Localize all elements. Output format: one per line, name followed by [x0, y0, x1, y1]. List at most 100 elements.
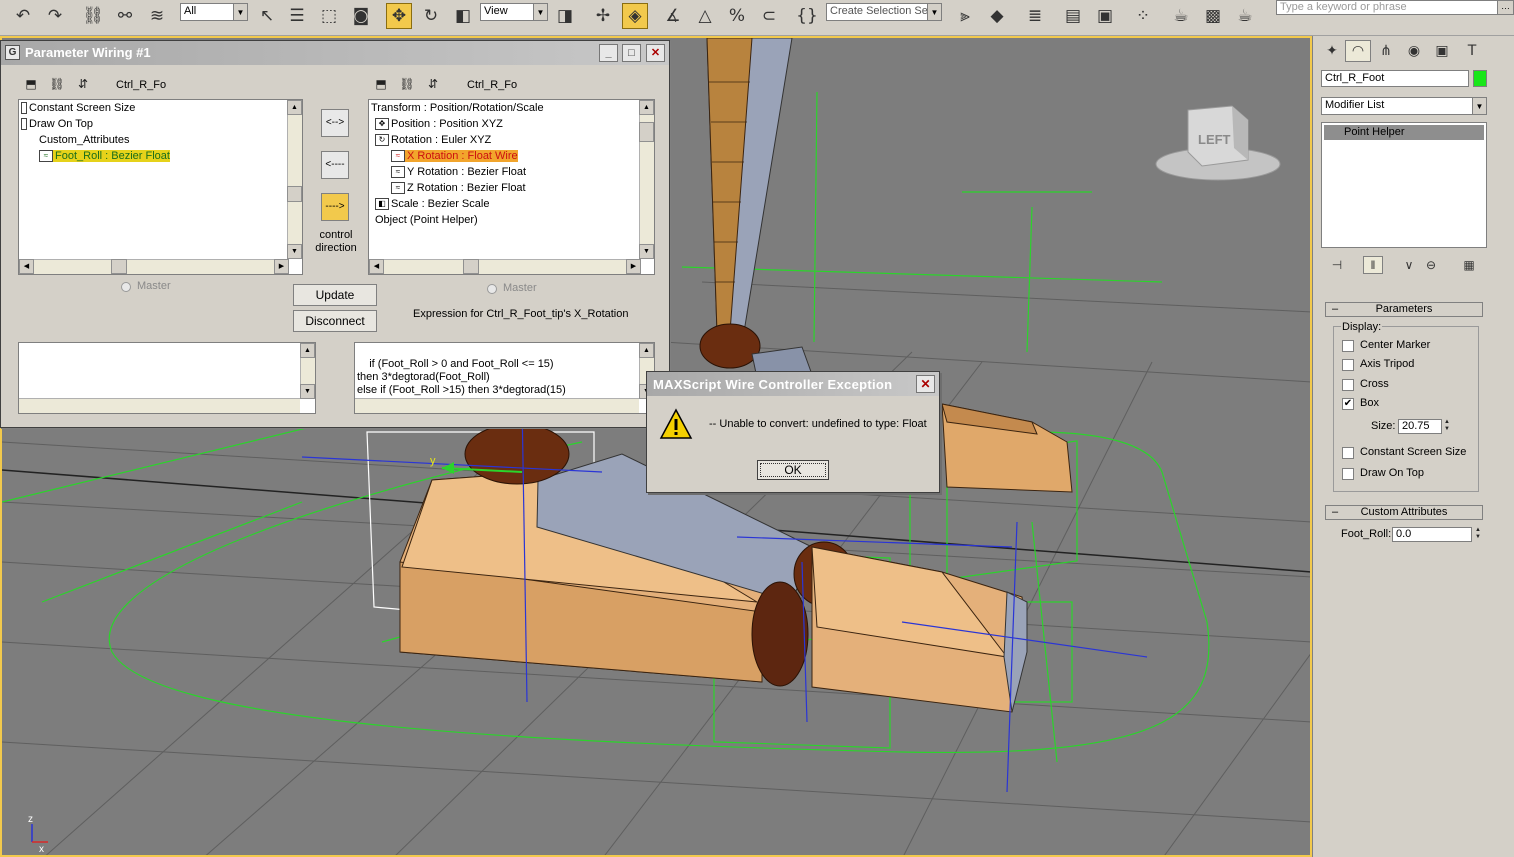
- object-name-field[interactable]: Ctrl_R_Foot: [1321, 70, 1469, 87]
- minimize-button[interactable]: _: [599, 44, 618, 62]
- scroll-down-icon[interactable]: ▼: [639, 244, 654, 259]
- modifier-list-dropdown[interactable]: Modifier List ▼: [1321, 97, 1487, 115]
- use-pivot-icon[interactable]: ◨: [552, 3, 578, 29]
- spinner-snap-icon[interactable]: ⊂: [756, 3, 782, 29]
- custom-attributes-rollout-header[interactable]: – Custom Attributes: [1325, 505, 1483, 520]
- draw-on-top-checkbox[interactable]: [1342, 468, 1354, 480]
- ok-button[interactable]: OK: [757, 460, 829, 480]
- named-selection-icon[interactable]: {}: [794, 3, 820, 29]
- close-button[interactable]: ✕: [646, 44, 665, 62]
- axis-tripod-checkbox[interactable]: [1342, 359, 1354, 371]
- curve-editor-icon[interactable]: ▤: [1060, 3, 1086, 29]
- update-button[interactable]: Update: [293, 284, 377, 306]
- modifier-stack[interactable]: Point Helper: [1321, 122, 1487, 248]
- scroll-down-icon[interactable]: ▼: [300, 384, 315, 399]
- two-way-direction-button[interactable]: <-->: [321, 109, 349, 137]
- select-by-name-icon[interactable]: ☰: [284, 3, 310, 29]
- right-expr-hscroll[interactable]: [355, 398, 639, 413]
- scroll-thumb[interactable]: [639, 122, 654, 142]
- schematic-view-icon[interactable]: ▣: [1092, 3, 1118, 29]
- tree-item[interactable]: Custom_Attributes: [39, 134, 129, 146]
- unlink-icon[interactable]: ⚯: [112, 3, 138, 29]
- left-expression-field[interactable]: ▲ ▼: [18, 342, 316, 414]
- object-color-swatch[interactable]: [1473, 70, 1487, 87]
- tree-item[interactable]: Transform : Position/Rotation/Scale: [371, 102, 544, 114]
- scroll-thumb[interactable]: [463, 259, 479, 274]
- scale-icon[interactable]: ◧: [450, 3, 476, 29]
- master-left-radio[interactable]: [121, 282, 131, 292]
- find-object-icon[interactable]: ⬒: [21, 75, 41, 93]
- layer-manager-icon[interactable]: ≣: [1022, 3, 1048, 29]
- align-icon[interactable]: ◆: [984, 3, 1010, 29]
- right-expression-field[interactable]: if (Foot_Roll > 0 and Foot_Roll <= 15) t…: [354, 342, 655, 414]
- scroll-up-icon[interactable]: ▲: [639, 343, 654, 358]
- search-input[interactable]: Type a keyword or phrase: [1276, 0, 1498, 15]
- foot-roll-spinner-field[interactable]: 0.0: [1392, 527, 1472, 542]
- left-tree-vscroll[interactable]: ▲ ▼: [287, 100, 302, 259]
- search-button[interactable]: …: [1497, 0, 1514, 15]
- right-direction-button[interactable]: ---->: [321, 193, 349, 221]
- select-object-icon[interactable]: ↖: [254, 3, 280, 29]
- scroll-left-icon[interactable]: ◀: [369, 259, 384, 274]
- window-crossing-icon[interactable]: ◙: [348, 3, 374, 29]
- select-manipulate-icon[interactable]: ✢: [590, 3, 616, 29]
- rect-selection-icon[interactable]: ⬚: [316, 3, 342, 29]
- snap-3d-icon[interactable]: ◈: [622, 3, 648, 29]
- right-tree-hscroll[interactable]: ◀ ▶: [369, 259, 641, 274]
- tree-item[interactable]: ◧ Scale : Bezier Scale: [375, 198, 489, 211]
- tree-item[interactable]: ↻ Rotation : Euler XYZ: [375, 134, 491, 147]
- angle-snap-icon[interactable]: ∡: [660, 3, 686, 29]
- maximize-button[interactable]: □: [622, 44, 641, 62]
- exception-title-bar[interactable]: MAXScript Wire Controller Exception: [647, 372, 939, 396]
- cross-checkbox[interactable]: [1342, 379, 1354, 391]
- tree-item-selected[interactable]: ≈ Foot_Roll : Bezier Float: [39, 150, 170, 163]
- remove-modifier-icon[interactable]: ⊖: [1421, 256, 1441, 274]
- tree-item[interactable]: Object (Point Helper): [375, 214, 478, 226]
- scroll-right-icon[interactable]: ▶: [274, 259, 289, 274]
- render-setup-icon[interactable]: ☕: [1168, 3, 1194, 29]
- size-spinner-arrows[interactable]: ▲ ▼: [1442, 419, 1452, 434]
- select-link-icon[interactable]: ⛓: [80, 3, 106, 29]
- parameters-rollout-header[interactable]: – Parameters: [1325, 302, 1483, 317]
- tree-item-selected[interactable]: ≈ X Rotation : Float Wire: [391, 150, 518, 163]
- modify-tab-icon[interactable]: ◠: [1345, 40, 1371, 62]
- display-tab-icon[interactable]: ▣: [1429, 40, 1455, 62]
- refresh-icon[interactable]: ⇵: [73, 75, 93, 93]
- scroll-up-icon[interactable]: ▲: [287, 100, 302, 115]
- configure-sets-icon[interactable]: ▦: [1459, 256, 1479, 274]
- material-editor-icon[interactable]: ⁘: [1130, 3, 1156, 29]
- utilities-tab-icon[interactable]: T: [1459, 40, 1485, 62]
- master-right-radio[interactable]: [487, 284, 497, 294]
- scroll-up-icon[interactable]: ▲: [639, 100, 654, 115]
- size-spinner-field[interactable]: 20.75: [1398, 419, 1442, 434]
- create-tab-icon[interactable]: ✦: [1319, 40, 1345, 62]
- show-end-result-icon[interactable]: ‖: [1363, 256, 1383, 274]
- scroll-thumb[interactable]: [287, 186, 302, 202]
- quick-render-icon[interactable]: ☕: [1232, 3, 1258, 29]
- tree-item[interactable]: Draw On Top: [21, 118, 93, 131]
- left-expr-vscroll[interactable]: ▲ ▼: [300, 343, 315, 399]
- refresh-right-icon[interactable]: ⇵: [423, 75, 443, 93]
- scroll-down-icon[interactable]: ▼: [287, 244, 302, 259]
- hierarchy-tab-icon[interactable]: ⋔: [1373, 40, 1399, 62]
- tree-item[interactable]: ≈ Z Rotation : Bezier Float: [391, 182, 526, 195]
- disconnect-button[interactable]: Disconnect: [293, 310, 377, 332]
- find-object-right-icon[interactable]: ⬒: [371, 75, 391, 93]
- pick-node-icon[interactable]: ⛓: [47, 75, 67, 93]
- pick-node-right-icon[interactable]: ⛓: [397, 75, 417, 93]
- foot-roll-spinner-arrows[interactable]: ▲ ▼: [1473, 527, 1483, 542]
- right-tree-vscroll[interactable]: ▲ ▼: [639, 100, 654, 259]
- selection-filter-dropdown[interactable]: All ▼: [180, 3, 248, 21]
- motion-tab-icon[interactable]: ◉: [1401, 40, 1427, 62]
- close-button[interactable]: ✕: [916, 375, 935, 393]
- percent-icon[interactable]: %: [724, 3, 750, 29]
- selection-set-dropdown[interactable]: Create Selection Set ▼: [826, 3, 942, 21]
- scroll-right-icon[interactable]: ▶: [626, 259, 641, 274]
- viewcube[interactable]: LEFT: [1155, 105, 1281, 181]
- reference-coord-dropdown[interactable]: View ▼: [480, 3, 548, 21]
- mirror-icon[interactable]: ⫸: [952, 3, 978, 29]
- center-marker-checkbox[interactable]: [1342, 340, 1354, 352]
- stack-item-point-helper[interactable]: Point Helper: [1324, 125, 1484, 140]
- move-icon[interactable]: ✥: [386, 3, 412, 29]
- left-expr-hscroll[interactable]: [19, 398, 300, 413]
